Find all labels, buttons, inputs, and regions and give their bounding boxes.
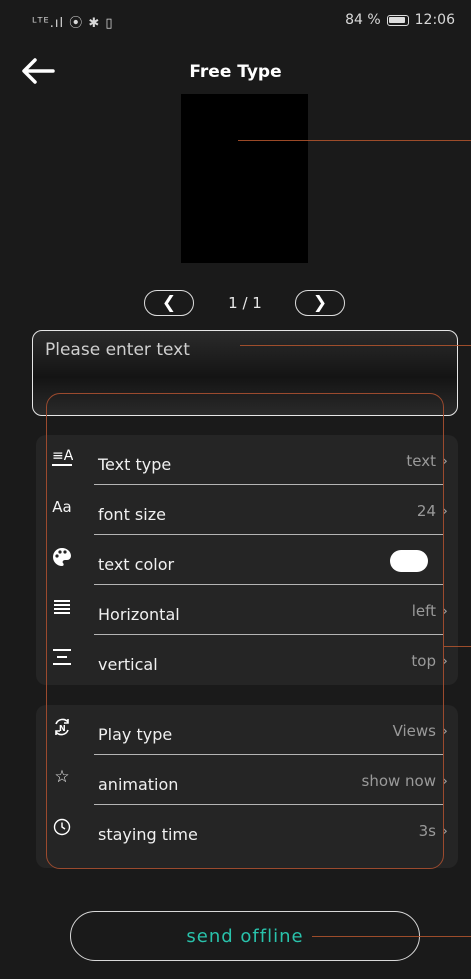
battery-icon	[386, 14, 409, 26]
text-type-icon: ≡A	[50, 445, 74, 469]
prev-page-button[interactable]: ❮	[144, 290, 194, 316]
font-size-icon: Aa	[52, 498, 72, 516]
page-counter: 1 / 1	[228, 294, 262, 312]
horizontal-row[interactable]: Horizontal left ›	[36, 585, 458, 635]
clock-icon	[50, 815, 74, 839]
font-size-row[interactable]: Aa font size 24 ›	[36, 485, 458, 535]
align-horizontal-icon	[50, 595, 74, 619]
chevron-right-icon: ›	[441, 721, 448, 740]
chevron-right-icon: ›	[441, 451, 448, 470]
pager: ❮ 1 / 1 ❯	[0, 290, 471, 320]
annotation-line	[312, 936, 471, 937]
color-swatch[interactable]	[390, 550, 428, 572]
text-settings-card: ≡A Text type text › Aa font size 24 › te…	[36, 435, 458, 685]
font-size-value: 24	[416, 502, 436, 520]
palette-icon	[50, 545, 74, 569]
annotation-line	[444, 646, 471, 647]
annotation-line	[240, 345, 471, 346]
play-type-value: Views	[392, 722, 436, 740]
animation-label: animation	[98, 775, 179, 794]
play-type-label: Play type	[98, 725, 173, 744]
text-type-label: Text type	[98, 455, 172, 474]
chevron-right-icon: ›	[441, 821, 448, 840]
text-type-row[interactable]: ≡A Text type text ›	[36, 435, 458, 485]
star-icon: ☆	[54, 767, 70, 787]
signal-icons: ᴸᵀᴱ.ıl ⦿ ✱ ▯	[32, 16, 114, 31]
staying-time-row[interactable]: staying time 3s ›	[36, 805, 458, 855]
chevron-right-icon: ❯	[312, 293, 328, 313]
chevron-right-icon: ›	[441, 771, 448, 790]
annotation-line	[238, 140, 471, 141]
chevron-right-icon: ›	[441, 501, 448, 520]
text-type-value: text	[406, 452, 436, 470]
horizontal-value: left	[411, 602, 436, 620]
svg-text:≡A: ≡A	[52, 448, 73, 464]
page-title: Free Type	[189, 62, 282, 82]
vertical-label: vertical	[98, 655, 158, 674]
clock-time: 12:06	[414, 12, 455, 28]
text-color-row[interactable]: text color	[36, 535, 458, 585]
align-vertical-icon	[50, 645, 74, 669]
text-input[interactable]: Please enter text	[32, 330, 458, 416]
status-bar: ᴸᵀᴱ.ıl ⦿ ✱ ▯ 84 % 12:06	[0, 0, 471, 40]
play-type-row[interactable]: N Play type Views ›	[36, 705, 458, 755]
font-size-label: font size	[98, 505, 166, 524]
send-offline-label: send offline	[186, 925, 304, 947]
staying-time-value: 3s	[418, 822, 436, 840]
text-color-label: text color	[98, 555, 175, 574]
chevron-left-icon: ❮	[161, 293, 177, 313]
vertical-value: top	[411, 652, 436, 670]
status-right: 84 % 12:06	[345, 12, 455, 28]
svg-text:N: N	[59, 724, 66, 733]
next-page-button[interactable]: ❯	[295, 290, 345, 316]
animation-value: show now	[361, 772, 437, 790]
text-input-placeholder: Please enter text	[45, 340, 190, 360]
play-type-icon: N	[50, 715, 74, 739]
chevron-right-icon: ›	[441, 651, 448, 670]
play-settings-card: N Play type Views › ☆ animation show now…	[36, 705, 458, 868]
animation-row[interactable]: ☆ animation show now ›	[36, 755, 458, 805]
horizontal-label: Horizontal	[98, 605, 180, 624]
chevron-right-icon: ›	[441, 601, 448, 620]
staying-time-label: staying time	[98, 825, 198, 844]
battery-percent: 84 %	[345, 12, 381, 28]
vertical-row[interactable]: vertical top ›	[36, 635, 458, 685]
led-preview	[181, 94, 308, 263]
